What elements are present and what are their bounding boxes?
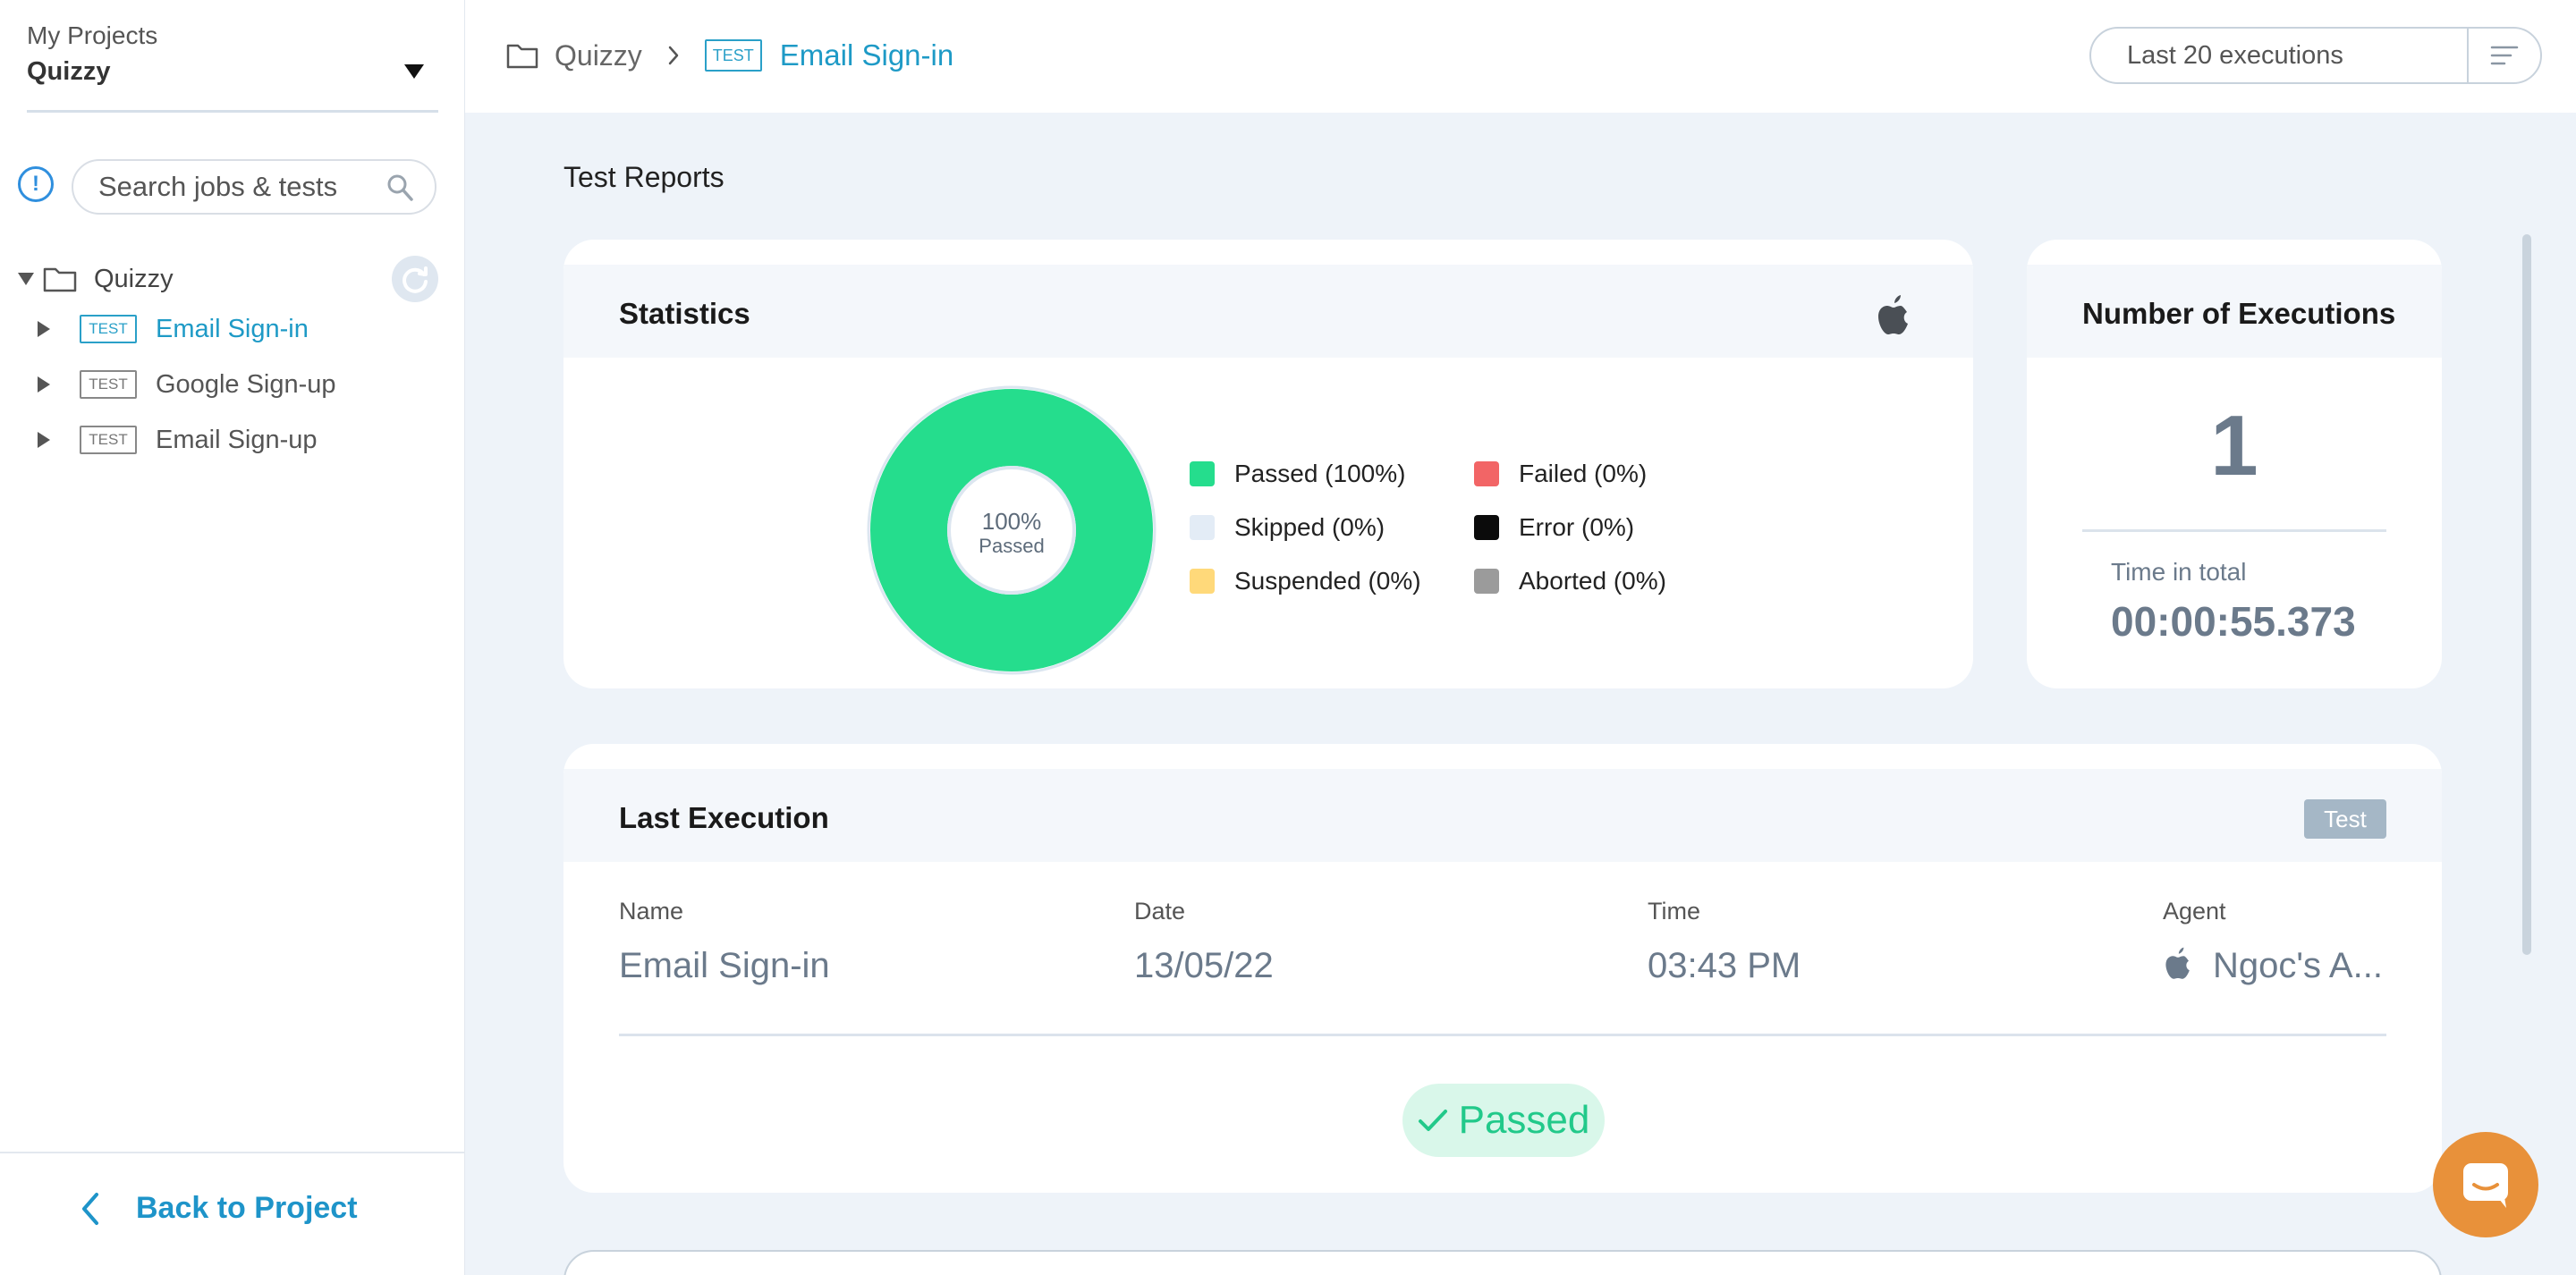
type-tag: Test — [2304, 799, 2386, 839]
tree-item-email-sign-in[interactable]: TEST Email Sign-in — [0, 306, 465, 352]
tree-root-label: Quizzy — [94, 264, 174, 293]
project-switcher[interactable]: My Projects Quizzy — [27, 20, 438, 113]
status-badge: Passed — [1402, 1084, 1605, 1157]
tree-item-label: Email Sign-in — [156, 314, 309, 343]
legend-swatch — [1474, 515, 1499, 540]
legend-suspended: Suspended (0%) — [1190, 567, 1421, 595]
legend-label: Skipped (0%) — [1234, 513, 1385, 541]
project-caption: My Projects — [27, 21, 158, 49]
legend-aborted: Aborted (0%) — [1474, 567, 1666, 595]
check-icon — [1418, 1110, 1447, 1131]
last-execution-card: Last Execution Test Name Email Sign-in D… — [564, 744, 2442, 1193]
legend-swatch — [1190, 461, 1215, 486]
next-card-peek — [564, 1250, 2442, 1275]
card-title: Last Execution — [619, 801, 829, 834]
legend-label: Error (0%) — [1519, 513, 1635, 541]
legend-label: Passed (100%) — [1234, 460, 1406, 487]
legend-label: Failed (0%) — [1519, 460, 1648, 487]
card-header — [564, 265, 1973, 358]
refresh-icon[interactable] — [392, 256, 438, 302]
legend-label: Aborted (0%) — [1519, 567, 1666, 595]
executions-count: 1 — [2210, 398, 2258, 494]
executions-filter-label[interactable]: Last 20 executions — [2091, 29, 2467, 82]
agent-caption: Agent — [2163, 898, 2226, 925]
page-title: Test Reports — [564, 161, 724, 193]
info-icon[interactable]: ! — [18, 166, 54, 202]
card-header — [564, 769, 2442, 862]
test-badge: TEST — [80, 426, 137, 454]
card-title: Statistics — [619, 297, 750, 330]
breadcrumb-current: Email Sign-in — [779, 38, 954, 72]
legend-swatch — [1190, 515, 1215, 540]
status-label: Passed — [1458, 1098, 1590, 1142]
legend-label: Suspended (0%) — [1234, 567, 1421, 595]
back-to-project-link[interactable]: Back to Project — [80, 1191, 358, 1226]
caret-right-icon[interactable] — [38, 376, 50, 393]
caret-right-icon[interactable] — [38, 321, 50, 337]
legend-swatch — [1474, 461, 1499, 486]
chevron-left-icon — [82, 1192, 98, 1225]
executions-filter[interactable]: Last 20 executions — [2089, 27, 2542, 84]
executions-card: Number of Executions 1 Time in total 00:… — [2027, 240, 2442, 688]
agent-value: Ngoc's A... — [2213, 946, 2383, 985]
date-value: 13/05/22 — [1134, 946, 1274, 985]
tree-item-label: Email Sign-up — [156, 425, 318, 454]
search-box[interactable] — [72, 159, 436, 215]
folder-icon — [43, 267, 77, 292]
caret-right-icon[interactable] — [38, 432, 50, 448]
folder-icon — [506, 44, 538, 69]
name-caption: Name — [619, 898, 684, 925]
sidebar: My Projects Quizzy ! Quizzy TEST Email S… — [0, 0, 465, 1275]
back-to-project-label: Back to Project — [136, 1191, 358, 1225]
filter-icon[interactable] — [2467, 29, 2540, 82]
legend-passed: Passed (100%) — [1190, 460, 1405, 488]
chat-icon — [2463, 1163, 2508, 1208]
apple-icon — [1878, 295, 1908, 334]
donut-caption: Passed — [979, 535, 1044, 557]
legend-error: Error (0%) — [1474, 513, 1634, 542]
time-total-value: 00:00:55.373 — [2111, 598, 2356, 645]
statistics-card: Statistics 100% Passed Passed (100%) Fai… — [564, 240, 1973, 688]
search-icon[interactable] — [386, 173, 413, 202]
legend-swatch — [1474, 569, 1499, 594]
tree-item-email-sign-up[interactable]: TEST Email Sign-up — [0, 417, 465, 463]
tree-item-google-sign-up[interactable]: TEST Google Sign-up — [0, 361, 465, 408]
tree-item-label: Google Sign-up — [156, 369, 336, 399]
time-total-caption: Time in total — [2111, 558, 2247, 586]
test-badge: TEST — [80, 315, 137, 343]
time-value: 03:43 PM — [1648, 946, 1801, 985]
test-badge: TEST — [80, 370, 137, 399]
card-title: Number of Executions — [2082, 297, 2396, 330]
divider — [2082, 529, 2386, 532]
caret-down-icon[interactable] — [18, 273, 34, 285]
donut-percent: 100% — [982, 508, 1042, 535]
legend-failed: Failed (0%) — [1474, 460, 1647, 488]
time-caption: Time — [1648, 898, 1700, 925]
legend-swatch — [1190, 569, 1215, 594]
chat-launcher-button[interactable] — [2433, 1132, 2538, 1237]
project-name: Quizzy — [27, 57, 111, 86]
status-donut-chart: 100% Passed — [867, 385, 1157, 675]
divider — [619, 1034, 2386, 1036]
breadcrumb-project[interactable]: Quizzy — [555, 39, 642, 72]
chevron-right-icon — [668, 46, 679, 65]
tree-root-quizzy[interactable]: Quizzy — [0, 256, 465, 302]
breadcrumb: Quizzy TEST Email Sign-in — [506, 34, 953, 77]
sidebar-footer: Back to Project — [0, 1152, 465, 1275]
legend-skipped: Skipped (0%) — [1190, 513, 1385, 542]
scrollbar-thumb[interactable] — [2522, 234, 2531, 955]
search-input[interactable] — [98, 171, 367, 203]
test-badge: TEST — [704, 39, 762, 72]
date-caption: Date — [1134, 898, 1186, 925]
name-value[interactable]: Email Sign-in — [619, 946, 830, 986]
apple-icon — [2165, 947, 2190, 979]
top-bar: Quizzy TEST Email Sign-in Last 20 execut… — [465, 0, 2576, 113]
caret-down-icon[interactable] — [404, 64, 424, 79]
